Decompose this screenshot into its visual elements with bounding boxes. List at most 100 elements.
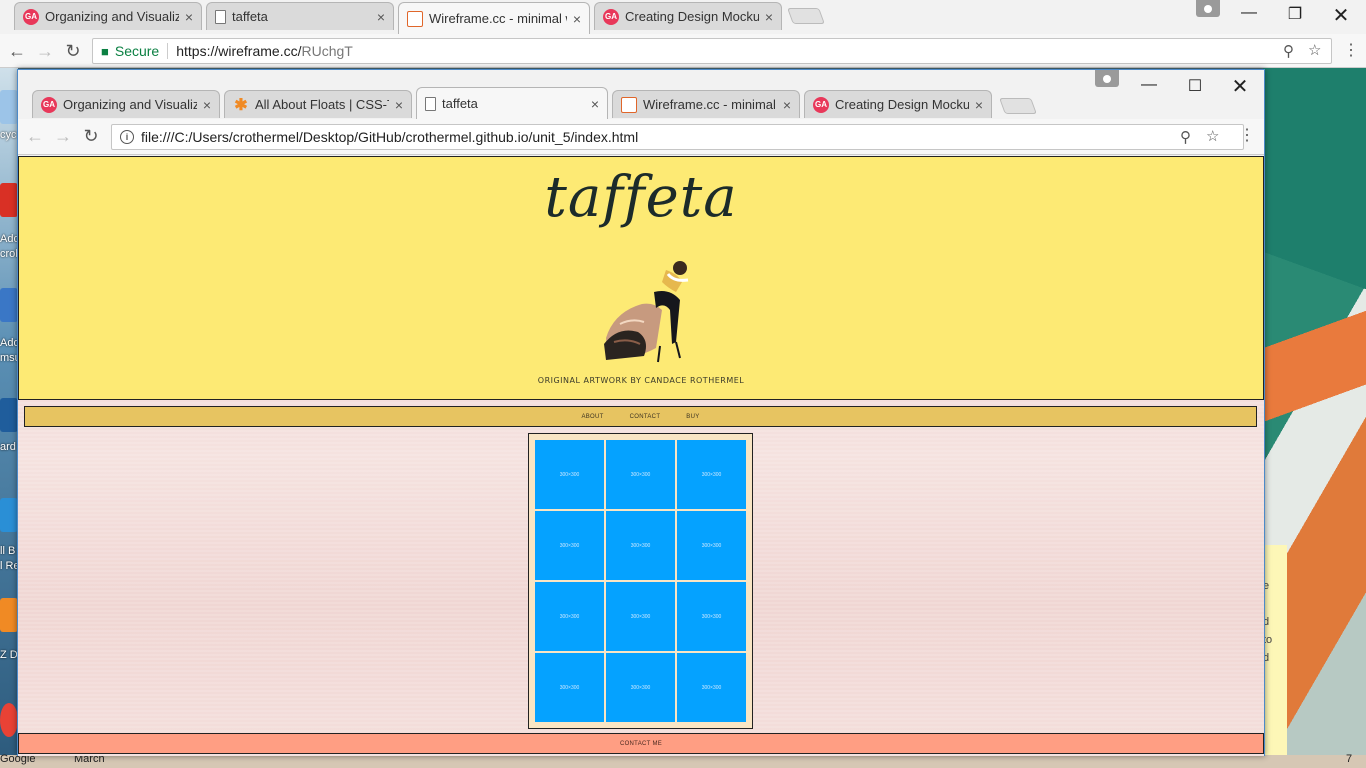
clock-fragment: 7 (1346, 753, 1353, 765)
zoom-icon[interactable]: ⚲ (1180, 128, 1191, 146)
gallery-tile[interactable]: 300×300 (606, 511, 675, 580)
ga-favicon-icon: GA (603, 8, 619, 25)
minimize-button[interactable]: — (1226, 4, 1272, 22)
footer-contact-link[interactable]: CONTACT ME (620, 741, 662, 747)
gallery-tile[interactable]: 300×300 (677, 582, 746, 651)
chrome-icon[interactable] (0, 703, 18, 737)
profile-icon[interactable] (1196, 0, 1220, 17)
outer-tab-strip: GA Organizing and Visualiz × taffeta × W… (0, 0, 1366, 34)
filezilla-icon[interactable] (0, 598, 18, 632)
site-nav: ABOUT CONTACT BUY (24, 406, 1257, 427)
site-logo[interactable]: taffeta (19, 165, 1263, 230)
nav-about-link[interactable]: ABOUT (581, 414, 603, 420)
gallery-tile[interactable]: 300×300 (677, 440, 746, 509)
tab-title: taffeta (442, 96, 478, 111)
gallery-tile[interactable]: 300×300 (606, 653, 675, 722)
new-tab-button[interactable] (999, 98, 1037, 114)
taskbar-strip: Google March 7 (0, 753, 1366, 768)
tab-title: Creating Design Mockup (835, 97, 969, 112)
desktop-icon-strip (0, 68, 18, 768)
forward-arrow-icon[interactable]: → (32, 38, 58, 64)
inner-tab-floats[interactable]: ✱ All About Floats | CSS-Tri × (224, 90, 412, 118)
close-icon[interactable]: × (203, 97, 211, 113)
outer-tab-mockup[interactable]: GA Creating Design Mockup × (594, 2, 782, 30)
inner-toolbar: ← → ↻ i file:///C:/Users/crothermel/Desk… (18, 119, 1264, 155)
acrobat-icon[interactable] (0, 183, 18, 217)
address-bar[interactable]: ■ Secure https://wireframe.cc/RUchgT ⚲ ☆ (92, 38, 1332, 64)
nav-contact-link[interactable]: CONTACT (630, 414, 661, 420)
gallery-tile[interactable]: 300×300 (535, 653, 604, 722)
wireframe-favicon-icon (621, 96, 637, 113)
close-icon[interactable]: × (185, 9, 193, 25)
url-text: file:///C:/Users/crothermel/Desktop/GitH… (141, 129, 639, 145)
secure-label: Secure (114, 43, 160, 59)
app-icon[interactable] (0, 498, 18, 532)
ga-favicon-icon: GA (23, 8, 39, 25)
url-host: https://wireframe.cc/ (176, 43, 302, 59)
document-icon (425, 96, 436, 111)
gallery-tile[interactable]: 300×300 (606, 582, 675, 651)
address-bar[interactable]: i file:///C:/Users/crothermel/Desktop/Gi… (111, 124, 1244, 150)
restore-button[interactable]: ❐ (1272, 4, 1318, 24)
css-tricks-favicon-icon: ✱ (234, 96, 248, 114)
close-icon[interactable]: × (377, 9, 385, 25)
minimize-button[interactable]: — (1126, 76, 1172, 94)
info-icon[interactable]: i (120, 130, 134, 144)
outer-tab-wireframe[interactable]: Wireframe.cc - minimal w × (398, 2, 590, 34)
close-icon[interactable]: × (765, 9, 773, 25)
gallery-tile[interactable]: 300×300 (677, 511, 746, 580)
gallery-tile[interactable]: 300×300 (606, 440, 675, 509)
ga-favicon-icon: GA (813, 96, 829, 113)
gallery-tile[interactable]: 300×300 (535, 582, 604, 651)
back-arrow-icon[interactable]: ← (4, 38, 30, 64)
site-header: taffeta ORIGINAL ARTWORK BY CANDACE ROTH… (18, 156, 1264, 400)
close-window-button[interactable]: ✕ (1217, 74, 1263, 99)
inner-tab-strip: GA Organizing and Visualizi × ✱ All Abou… (18, 70, 1264, 119)
gallery-tile[interactable]: 300×300 (535, 511, 604, 580)
bookmark-star-icon[interactable]: ☆ (1206, 127, 1219, 145)
desktop-icon-label: ll B (0, 545, 16, 557)
inner-tab-taffeta[interactable]: taffeta × (416, 87, 608, 119)
computer-icon[interactable] (0, 288, 18, 322)
close-icon[interactable]: × (783, 97, 791, 113)
page-viewport: taffeta ORIGINAL ARTWORK BY CANDACE ROTH… (18, 156, 1264, 756)
close-icon[interactable]: × (975, 97, 983, 113)
menu-kebab-icon[interactable]: ⋮ (1338, 38, 1364, 64)
profile-icon[interactable] (1095, 70, 1119, 87)
outer-tab-organizing[interactable]: GA Organizing and Visualiz × (14, 2, 202, 30)
desktop-icon-label: cyc (0, 129, 17, 141)
menu-kebab-icon[interactable]: ⋮ (1234, 123, 1260, 149)
recycle-bin-icon[interactable] (0, 90, 18, 124)
wireframe-favicon-icon (407, 10, 423, 27)
divider (167, 43, 169, 59)
close-window-button[interactable]: ✕ (1318, 3, 1364, 28)
maximize-button[interactable]: ☐ (1172, 76, 1218, 96)
lock-icon: ■ (101, 43, 109, 59)
gallery-tile[interactable]: 300×300 (535, 440, 604, 509)
gallery-tile[interactable]: 300×300 (677, 653, 746, 722)
close-icon[interactable]: × (395, 97, 403, 113)
tab-title: Creating Design Mockup (625, 9, 759, 24)
bookmark-star-icon[interactable]: ☆ (1308, 41, 1321, 59)
tab-title: Wireframe.cc - minimal w (429, 11, 567, 26)
new-tab-button[interactable] (787, 8, 825, 24)
inner-tab-mockup[interactable]: GA Creating Design Mockup × (804, 90, 992, 118)
hero-illustration (604, 261, 689, 363)
close-icon[interactable]: × (591, 96, 599, 112)
nav-buy-link[interactable]: BUY (686, 414, 699, 420)
inner-browser-window: GA Organizing and Visualizi × ✱ All Abou… (17, 69, 1265, 756)
close-icon[interactable]: × (573, 11, 581, 27)
inner-tab-organizing[interactable]: GA Organizing and Visualizi × (32, 90, 220, 118)
forward-arrow-icon[interactable]: → (50, 123, 76, 149)
back-arrow-icon[interactable]: ← (22, 123, 48, 149)
desktop-icon-label: ard (0, 441, 16, 453)
inner-tab-wireframe[interactable]: Wireframe.cc - minimal w × (612, 90, 800, 118)
sticky-note[interactable] (1263, 545, 1287, 755)
reload-icon[interactable]: ↻ (78, 123, 104, 149)
globe-icon[interactable] (0, 398, 18, 432)
outer-tab-taffeta[interactable]: taffeta × (206, 2, 394, 30)
tab-title: All About Floats | CSS-Tri (255, 97, 389, 112)
zoom-icon[interactable]: ⚲ (1283, 42, 1294, 60)
reload-icon[interactable]: ↻ (60, 38, 86, 64)
tab-title: Organizing and Visualizi (63, 97, 197, 112)
